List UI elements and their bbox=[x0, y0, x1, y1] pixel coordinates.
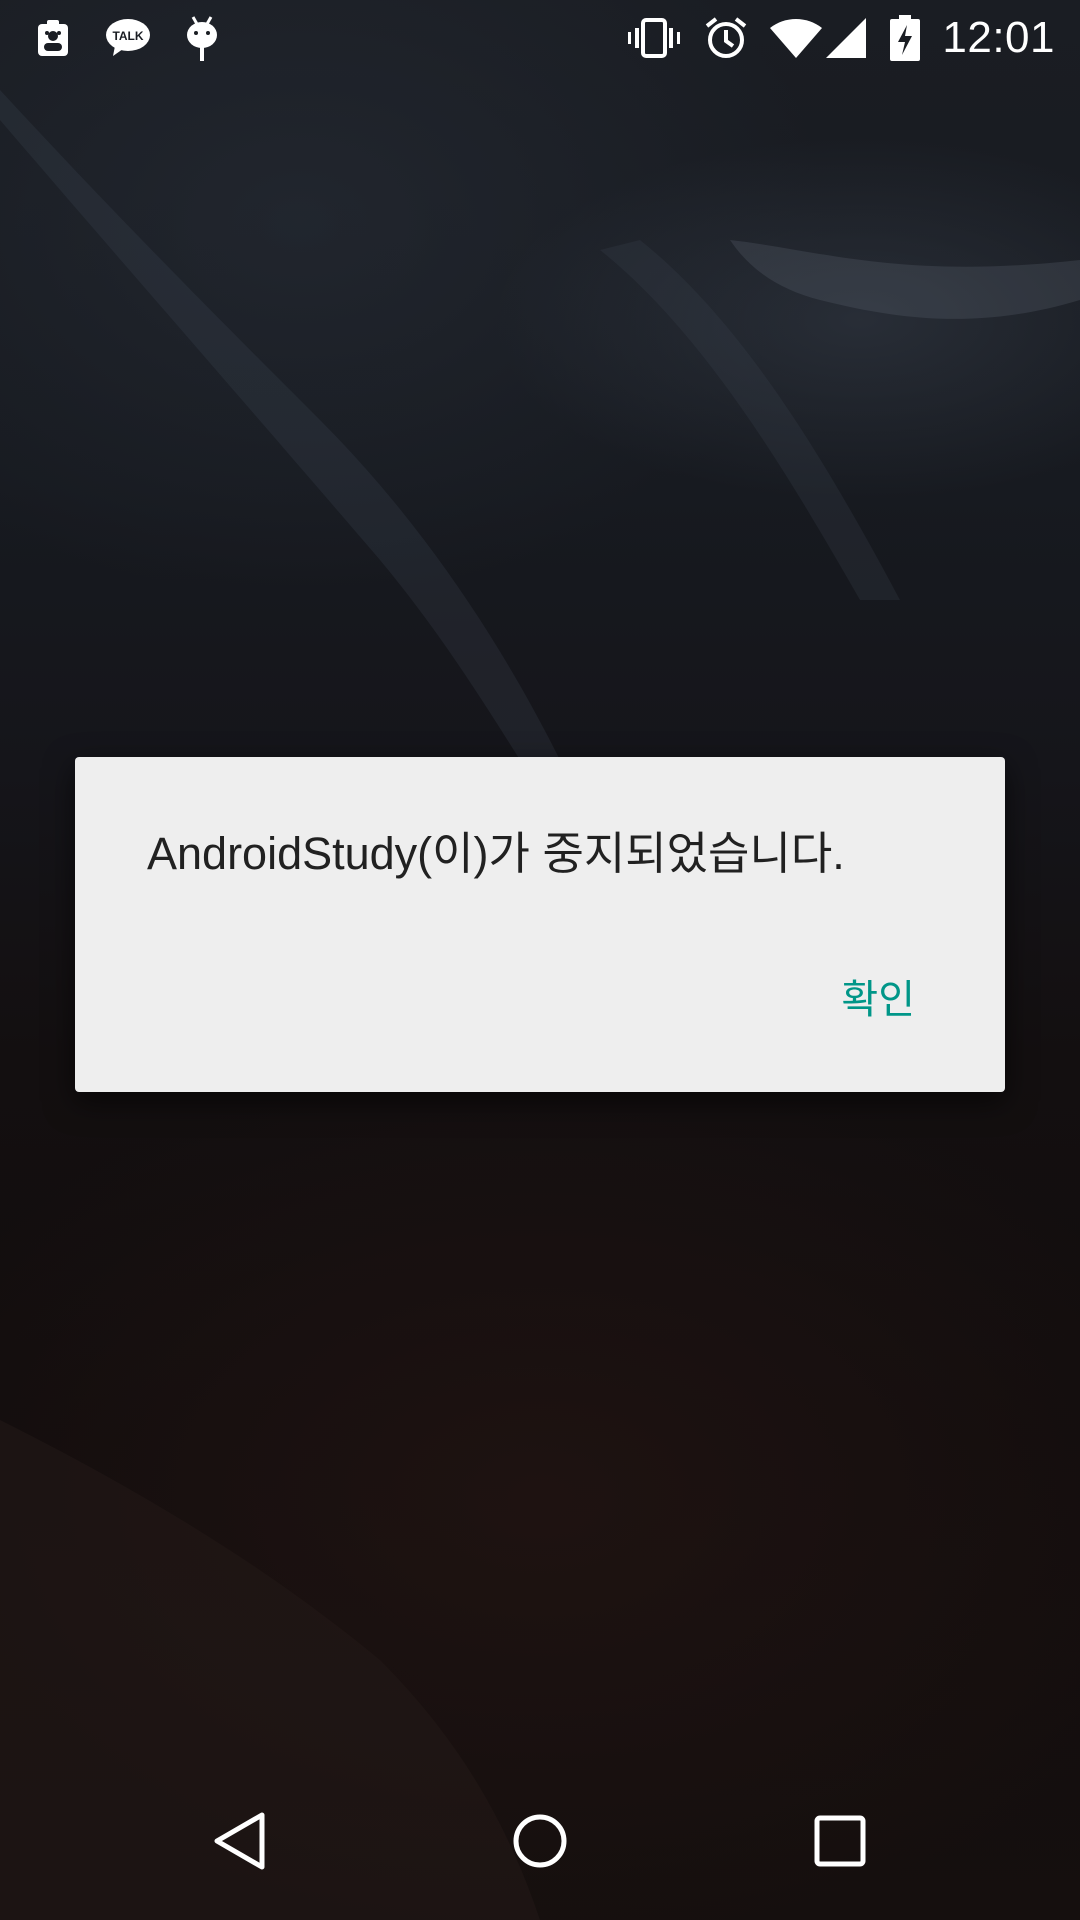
wifi-icon bbox=[770, 18, 823, 58]
app-stopped-dialog: AndroidStudy(이)가 중지되었습니다. 확인 bbox=[75, 757, 1005, 1092]
system-icons: 12:01 bbox=[604, 13, 1055, 63]
status-clock: 12:01 bbox=[942, 12, 1055, 62]
alarm-icon bbox=[704, 16, 748, 60]
battery-charging-icon bbox=[890, 14, 921, 61]
cell-signal-icon bbox=[826, 17, 868, 58]
recents-icon bbox=[813, 1814, 867, 1872]
navigation-bar bbox=[0, 1776, 1080, 1920]
vibrate-icon bbox=[626, 16, 682, 60]
status-bar: TALK 12:01 bbox=[0, 0, 1080, 75]
back-button[interactable] bbox=[185, 1788, 295, 1898]
home-icon bbox=[510, 1811, 570, 1875]
kakao-talk-label: TALK bbox=[112, 29, 143, 43]
clipboard-person-icon bbox=[35, 18, 71, 58]
home-button[interactable] bbox=[485, 1788, 595, 1898]
recents-button[interactable] bbox=[785, 1788, 895, 1898]
back-icon bbox=[210, 1810, 270, 1876]
android-debug-icon bbox=[185, 15, 219, 61]
notification-icons: TALK bbox=[35, 15, 253, 61]
confirm-button[interactable]: 확인 bbox=[841, 967, 915, 1025]
screen: TALK 12:01 AndroidStudy(이)가 중지되었습니다. 확인 bbox=[0, 0, 1080, 1920]
dialog-message: AndroidStudy(이)가 중지되었습니다. bbox=[147, 828, 845, 879]
kakaotalk-icon: TALK bbox=[105, 18, 151, 58]
